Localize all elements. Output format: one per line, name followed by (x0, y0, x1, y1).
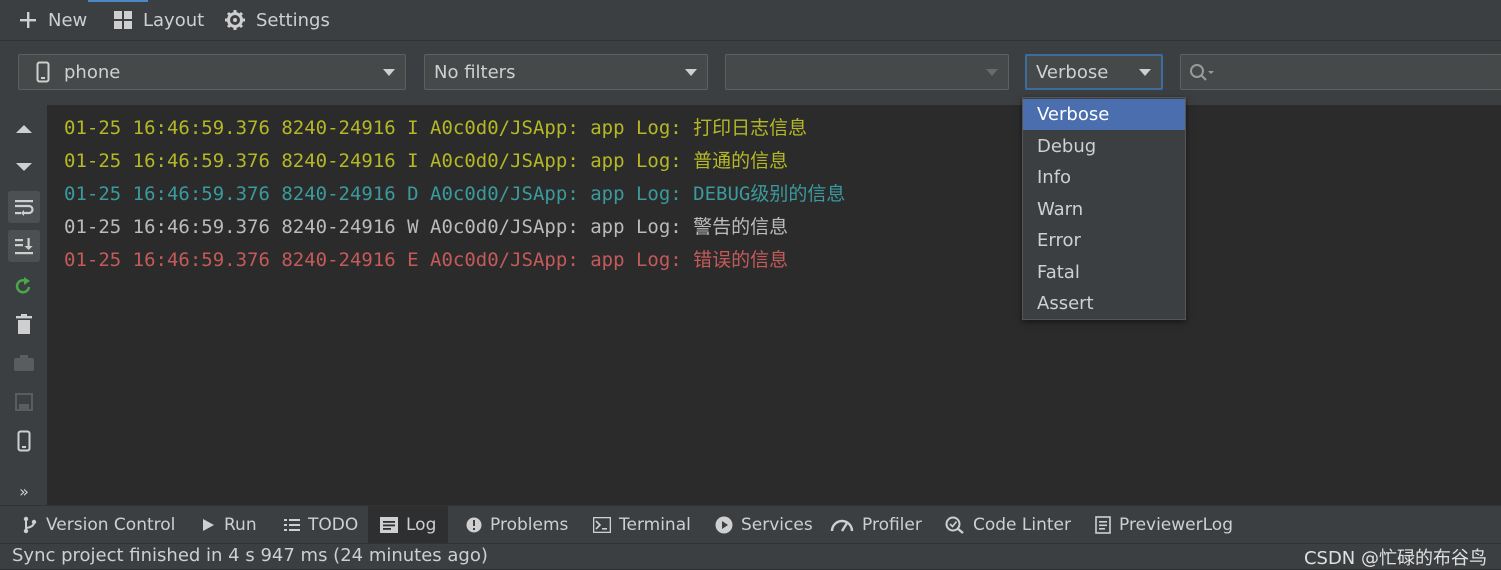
scroll-to-end-icon[interactable] (8, 230, 40, 262)
settings-button[interactable]: Settings (224, 6, 330, 34)
scroll-up-icon[interactable] (8, 113, 40, 145)
tab-label: Run (224, 515, 257, 535)
chevron-down-icon (383, 69, 395, 76)
tab-run[interactable]: Run (200, 506, 257, 544)
tab-label: PreviewerLog (1119, 515, 1233, 535)
log-line-info-2: 01-25 16:46:59.376 8240-24916 I A0c0d0/J… (64, 150, 789, 172)
tab-profiler[interactable]: Profiler (830, 506, 922, 544)
log-line-info-1: 01-25 16:46:59.376 8240-24916 I A0c0d0/J… (64, 117, 808, 139)
log-level-value: Verbose (1036, 61, 1109, 83)
process-select[interactable] (725, 54, 1009, 90)
tab-label: Code Linter (973, 515, 1072, 535)
layout-button[interactable]: Layout (113, 6, 204, 34)
tab-label: Profiler (862, 515, 922, 535)
log-level-select[interactable]: Verbose (1025, 54, 1163, 90)
logcat-side-toolbar: » (0, 105, 47, 505)
run-icon (203, 519, 214, 531)
tab-label: Version Control (46, 515, 176, 535)
filter-row: phone No filters Verbose (0, 41, 1501, 105)
level-option-info[interactable]: Info (1023, 162, 1185, 193)
status-bar: Sync project finished in 4 s 947 ms (24 … (0, 543, 1501, 569)
device-icon[interactable] (8, 425, 40, 457)
tab-code-linter[interactable]: Code Linter (945, 506, 1071, 544)
more-icon[interactable]: » (8, 475, 40, 507)
save-icon[interactable] (8, 386, 40, 418)
tab-services[interactable]: Services (715, 506, 813, 544)
code-linter-icon (945, 516, 964, 534)
plus-icon (20, 12, 36, 28)
tab-label: Terminal (619, 515, 691, 535)
profiler-icon (830, 519, 854, 532)
search-input[interactable] (1180, 54, 1501, 90)
level-option-assert[interactable]: Assert (1023, 288, 1185, 319)
version-control-icon (23, 516, 37, 534)
phone-icon (36, 61, 50, 83)
device-select-value: phone (64, 61, 121, 83)
new-label: New (48, 9, 88, 31)
tab-label: TODO (308, 515, 359, 535)
level-option-debug[interactable]: Debug (1023, 131, 1185, 162)
problems-icon (466, 517, 482, 533)
services-icon (715, 516, 733, 534)
tab-label: Log (406, 515, 437, 535)
level-option-warn[interactable]: Warn (1023, 194, 1185, 225)
layout-icon (114, 11, 132, 29)
terminal-icon (593, 517, 611, 533)
new-button[interactable]: New (18, 6, 87, 34)
status-text[interactable]: Sync project finished in 4 s 947 ms (24 … (12, 545, 488, 566)
settings-label: Settings (256, 9, 330, 31)
level-option-verbose[interactable]: Verbose (1023, 99, 1185, 130)
screenshot-icon[interactable] (8, 347, 40, 379)
log-output[interactable]: 01-25 16:46:59.376 8240-24916 I A0c0d0/J… (47, 105, 1501, 505)
top-toolbar: New Layout Settings (0, 0, 1501, 41)
chevron-down-icon (685, 69, 697, 76)
device-select[interactable]: phone (18, 54, 406, 90)
soft-wrap-icon[interactable] (8, 191, 40, 223)
tab-previewer-log[interactable]: PreviewerLog (1095, 506, 1233, 544)
layout-label: Layout (143, 9, 205, 31)
log-icon (380, 517, 398, 533)
trash-icon[interactable] (8, 308, 40, 340)
filter-select[interactable]: No filters (424, 54, 708, 90)
tool-window-bar: Version Control Run TODO Log Problems Te… (0, 505, 1501, 544)
level-option-fatal[interactable]: Fatal (1023, 257, 1185, 288)
filter-select-value: No filters (434, 61, 516, 83)
chevron-down-icon (986, 69, 998, 76)
log-line-warn: 01-25 16:46:59.376 8240-24916 W A0c0d0/J… (64, 216, 789, 238)
tab-version-control[interactable]: Version Control (22, 506, 175, 544)
chevron-down-icon (1139, 69, 1151, 76)
log-line-debug: 01-25 16:46:59.376 8240-24916 D A0c0d0/J… (64, 183, 846, 205)
previewer-log-icon (1095, 516, 1111, 534)
search-icon (1190, 64, 1214, 81)
level-option-error[interactable]: Error (1023, 225, 1185, 256)
gear-icon (225, 10, 245, 30)
restart-icon[interactable] (8, 270, 40, 302)
tab-label: Services (741, 515, 813, 535)
log-level-dropdown: Verbose Debug Info Warn Error Fatal Asse… (1022, 97, 1186, 320)
tab-terminal[interactable]: Terminal (593, 506, 691, 544)
tab-log[interactable]: Log (368, 506, 449, 544)
tab-problems[interactable]: Problems (466, 506, 568, 544)
watermark: CSDN @忙碌的布谷鸟 (1303, 548, 1487, 569)
tab-label: Problems (490, 515, 569, 535)
todo-icon (284, 519, 300, 531)
log-line-error: 01-25 16:46:59.376 8240-24916 E A0c0d0/J… (64, 249, 789, 271)
scroll-down-icon[interactable] (8, 151, 40, 183)
tab-todo[interactable]: TODO (284, 506, 358, 544)
active-tab-indicator (88, 0, 148, 2)
